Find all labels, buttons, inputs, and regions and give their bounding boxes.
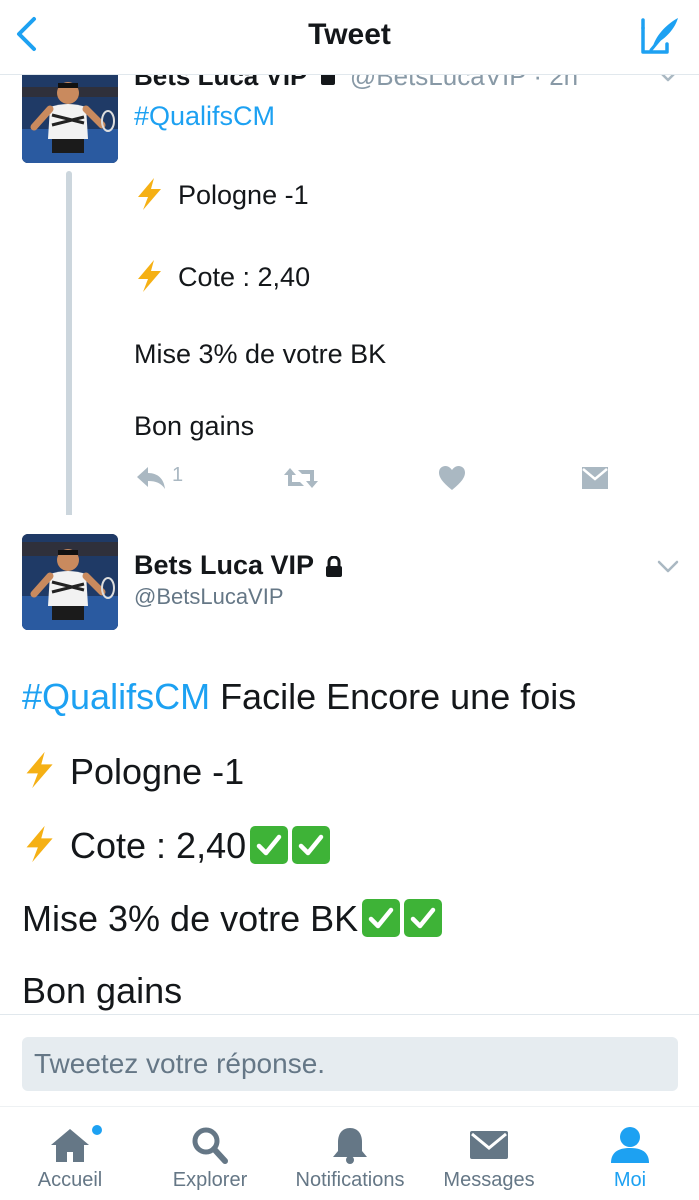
top-bar: Tweet [0, 0, 699, 75]
person-icon [611, 1127, 649, 1163]
avatar-tennis-player-image [22, 534, 118, 630]
search-icon [192, 1127, 228, 1164]
tweet-text-line: Cote : 2,40 [134, 259, 310, 293]
tab-label: Notifications [295, 1169, 405, 1191]
envelope-icon [470, 1131, 508, 1159]
tab-label: Explorer [172, 1169, 248, 1191]
author-handle-time: @BetsLucaVIP · 2h [349, 75, 579, 91]
direct-message-icon[interactable] [580, 464, 610, 492]
tweet-text-line: Mise 3% de votre BK [134, 339, 387, 369]
tab-notifications[interactable]: Notifications [284, 1107, 416, 1200]
home-icon [51, 1129, 89, 1162]
compose-tweet-icon[interactable] [639, 14, 681, 56]
check-mark-icon [250, 826, 289, 864]
retweet-icon[interactable] [282, 464, 320, 492]
hashtag-link[interactable]: #QualifsCM [134, 101, 275, 132]
like-icon[interactable] [438, 464, 466, 492]
tweet-actions: 1 [134, 460, 624, 494]
tab-label: Messages [443, 1169, 535, 1191]
chevron-down-icon[interactable] [657, 560, 679, 574]
check-mark-icon [404, 899, 443, 937]
lock-icon [326, 556, 342, 577]
parent-tweet-header: Bets Luca VIP @BetsLucaVIP · 2h [134, 75, 578, 92]
lock-icon [320, 75, 335, 85]
author-handle[interactable]: @BetsLucaVIP [134, 584, 284, 610]
tweet-text-line: Mise 3% de votre BK [22, 898, 443, 940]
check-mark-icon [292, 826, 331, 864]
bottom-tab-bar: Accueil Explorer Notifications Messages … [0, 1106, 699, 1200]
lightning-icon [138, 260, 161, 292]
tab-home[interactable]: Accueil [14, 1107, 126, 1200]
hashtag-link[interactable]: #QualifsCM [22, 676, 210, 717]
lightning-icon [138, 178, 161, 210]
tab-profile[interactable]: Moi [582, 1107, 678, 1200]
lightning-icon [26, 825, 53, 863]
page-title: Tweet [308, 18, 391, 51]
tab-explore[interactable]: Explorer [148, 1107, 272, 1200]
avatar[interactable] [22, 75, 118, 163]
parent-tweet[interactable]: Bets Luca VIP @BetsLucaVIP · 2h #Qualifs… [0, 75, 699, 515]
reply-input[interactable] [22, 1037, 678, 1091]
chevron-down-icon[interactable] [657, 75, 679, 83]
tweet-text-line: Bon gains [134, 411, 255, 441]
check-mark-icon [362, 899, 401, 937]
bell-icon [333, 1128, 367, 1164]
tab-messages[interactable]: Messages [432, 1107, 546, 1200]
tweet-text-line: Cote : 2,40 [22, 824, 331, 867]
author-name[interactable]: Bets Luca VIP [134, 550, 314, 581]
reply-bar [0, 1014, 699, 1106]
avatar[interactable] [22, 534, 118, 630]
reply-count: 1 [172, 464, 184, 486]
notification-dot [92, 1125, 102, 1135]
tweet-text-line: #QualifsCM Facile Encore une fois [22, 676, 577, 717]
avatar-tennis-player-image [22, 75, 118, 163]
reply-icon[interactable] [134, 464, 168, 492]
author-name[interactable]: Bets Luca VIP [134, 75, 307, 91]
tweet-text-line: Bon gains [22, 970, 183, 1011]
tweet-text-line: Pologne -1 [22, 750, 244, 793]
tweet-text-line: Pologne -1 [134, 177, 309, 211]
tab-label: Moi [613, 1169, 647, 1191]
tab-label: Accueil [37, 1169, 103, 1191]
thread-line [66, 171, 72, 515]
lightning-icon [26, 751, 53, 789]
